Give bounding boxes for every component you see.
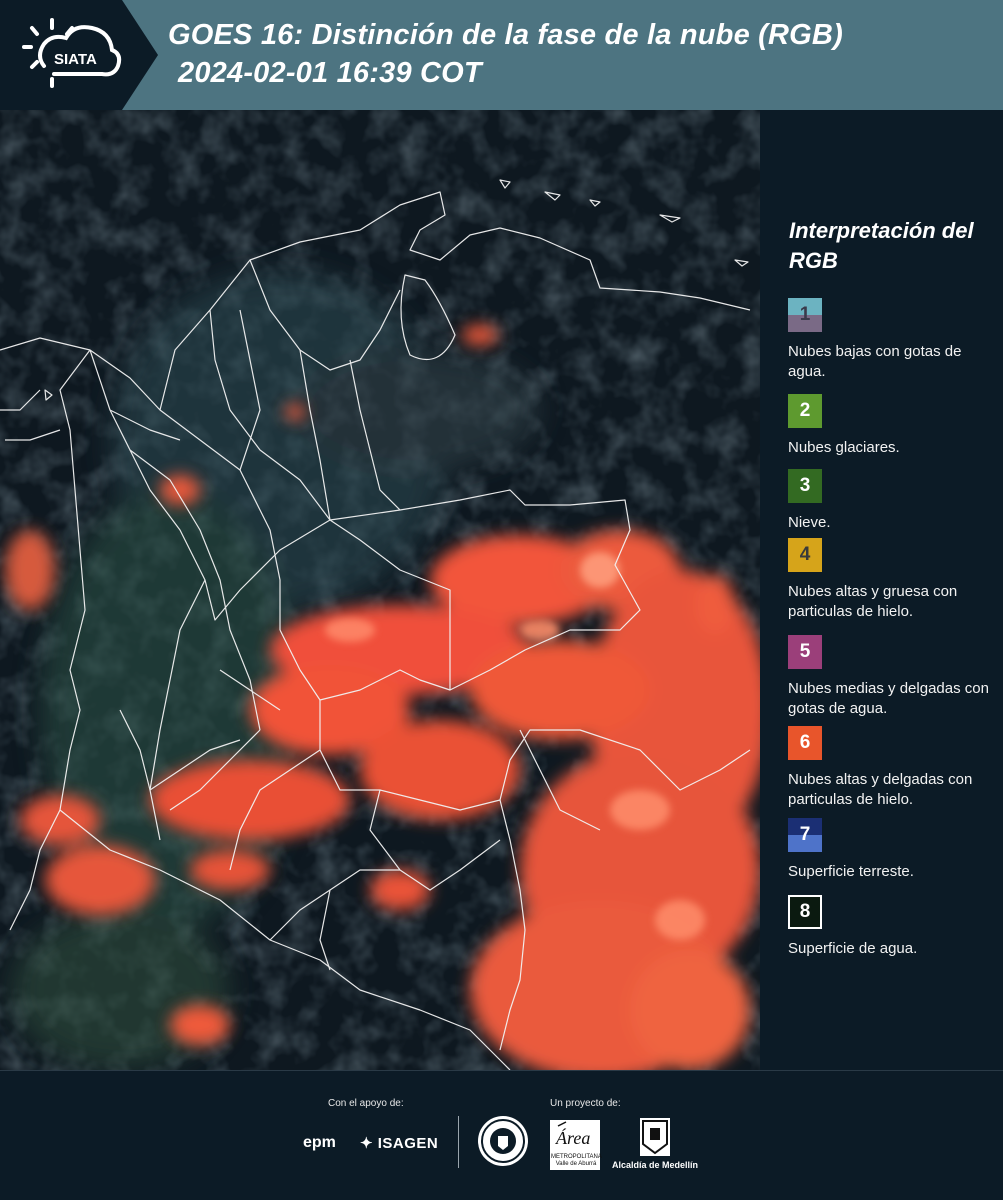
support-label: Con el apoyo de:: [328, 1098, 404, 1109]
legend-item-3: 3 Nieve.: [788, 469, 1000, 533]
satellite-rgb-composite: [0, 110, 760, 1070]
legend-number-2: 2: [799, 400, 811, 421]
legend-swatch-8: 8: [788, 895, 822, 929]
legend-item-2: 2 Nubes glaciares.: [788, 394, 1000, 458]
legend-label-5: Nubes medias y delgadas con gotas de agu…: [788, 680, 989, 717]
title-line-2: 2024-02-01 16:39 COT: [178, 57, 482, 89]
legend-item-8: 8 Superficie de agua.: [788, 895, 1000, 959]
legend-number-8: 8: [799, 901, 811, 922]
epm-logo: epm: [303, 1134, 336, 1151]
area-metropolitana-label: METROPOLITANA Valle de Aburrá: [551, 1154, 602, 1167]
isagen-text: ISAGEN: [377, 1135, 439, 1152]
isagen-icon: ✦: [360, 1135, 374, 1152]
legend-item-7: 7 Superficie terreste.: [788, 818, 1000, 882]
legend-label-8: Superficie de agua.: [788, 940, 918, 957]
legend-number-4: 4: [799, 544, 811, 565]
legend-label-7: Superficie terreste.: [788, 863, 914, 880]
legend-label-2: Nubes glaciares.: [788, 439, 900, 456]
legend-label-1: Nubes bajas con gotas de agua.: [788, 343, 962, 380]
legend-swatch-4: 4: [788, 538, 822, 572]
legend-item-6: 6 Nubes altas y delgadas con particulas …: [788, 726, 1000, 810]
legend-label-3: Nieve.: [788, 514, 831, 531]
legend-number-6: 6: [799, 732, 811, 753]
isagen-logo: ✦ ISAGEN: [360, 1134, 438, 1152]
legend-number-5: 5: [799, 641, 811, 662]
footer: Con el apoyo de: Un proyecto de: epm ✦ I…: [0, 1070, 1003, 1200]
header-bar: SIATA GOES 16: Distinción de la fase de …: [0, 0, 1003, 110]
legend-label-6: Nubes altas y delgadas con particulas de…: [788, 771, 973, 808]
header-chevron: [122, 0, 158, 110]
legend-panel: Interpretación del RGB 1 Nubes bajas con…: [760, 110, 1003, 1070]
legend-swatch-6: 6: [788, 726, 822, 760]
legend-swatch-1: 1: [788, 298, 822, 332]
siata-logo: SIATA: [22, 18, 122, 88]
legend-swatch-5: 5: [788, 635, 822, 669]
legend-item-4: 4 Nubes altas y gruesa con particulas de…: [788, 538, 1000, 622]
footer-vertical-divider: [458, 1116, 459, 1168]
logo-text: SIATA: [54, 51, 97, 68]
alcaldia-label: Alcaldía de Medellín: [612, 1160, 699, 1170]
legend-label-4: Nubes altas y gruesa con particulas de h…: [788, 583, 958, 620]
university-seal-logo: [478, 1116, 528, 1166]
legend-number-3: 3: [799, 475, 811, 496]
legend-swatch-3: 3: [788, 469, 822, 503]
page-title: GOES 16: Distinción de la fase de la nub…: [168, 16, 843, 92]
legend-title: Interpretación del RGB: [789, 218, 974, 273]
project-label: Un proyecto de:: [550, 1098, 621, 1109]
alcaldia-shield-logo: [640, 1118, 670, 1156]
satellite-image: [0, 110, 760, 1070]
legend-number-7: 7: [799, 824, 811, 845]
footer-divider-line: [0, 1070, 1003, 1071]
legend-swatch-7: 7: [788, 818, 822, 852]
legend-number-1: 1: [799, 304, 811, 325]
title-line-1: GOES 16: Distinción de la fase de la nub…: [168, 19, 843, 51]
legend-swatch-2: 2: [788, 394, 822, 428]
legend-item-5: 5 Nubes medias y delgadas con gotas de a…: [788, 635, 1000, 719]
legend-item-1: 1 Nubes bajas con gotas de agua.: [788, 298, 1000, 382]
svg-text:Área: Área: [555, 1127, 590, 1148]
